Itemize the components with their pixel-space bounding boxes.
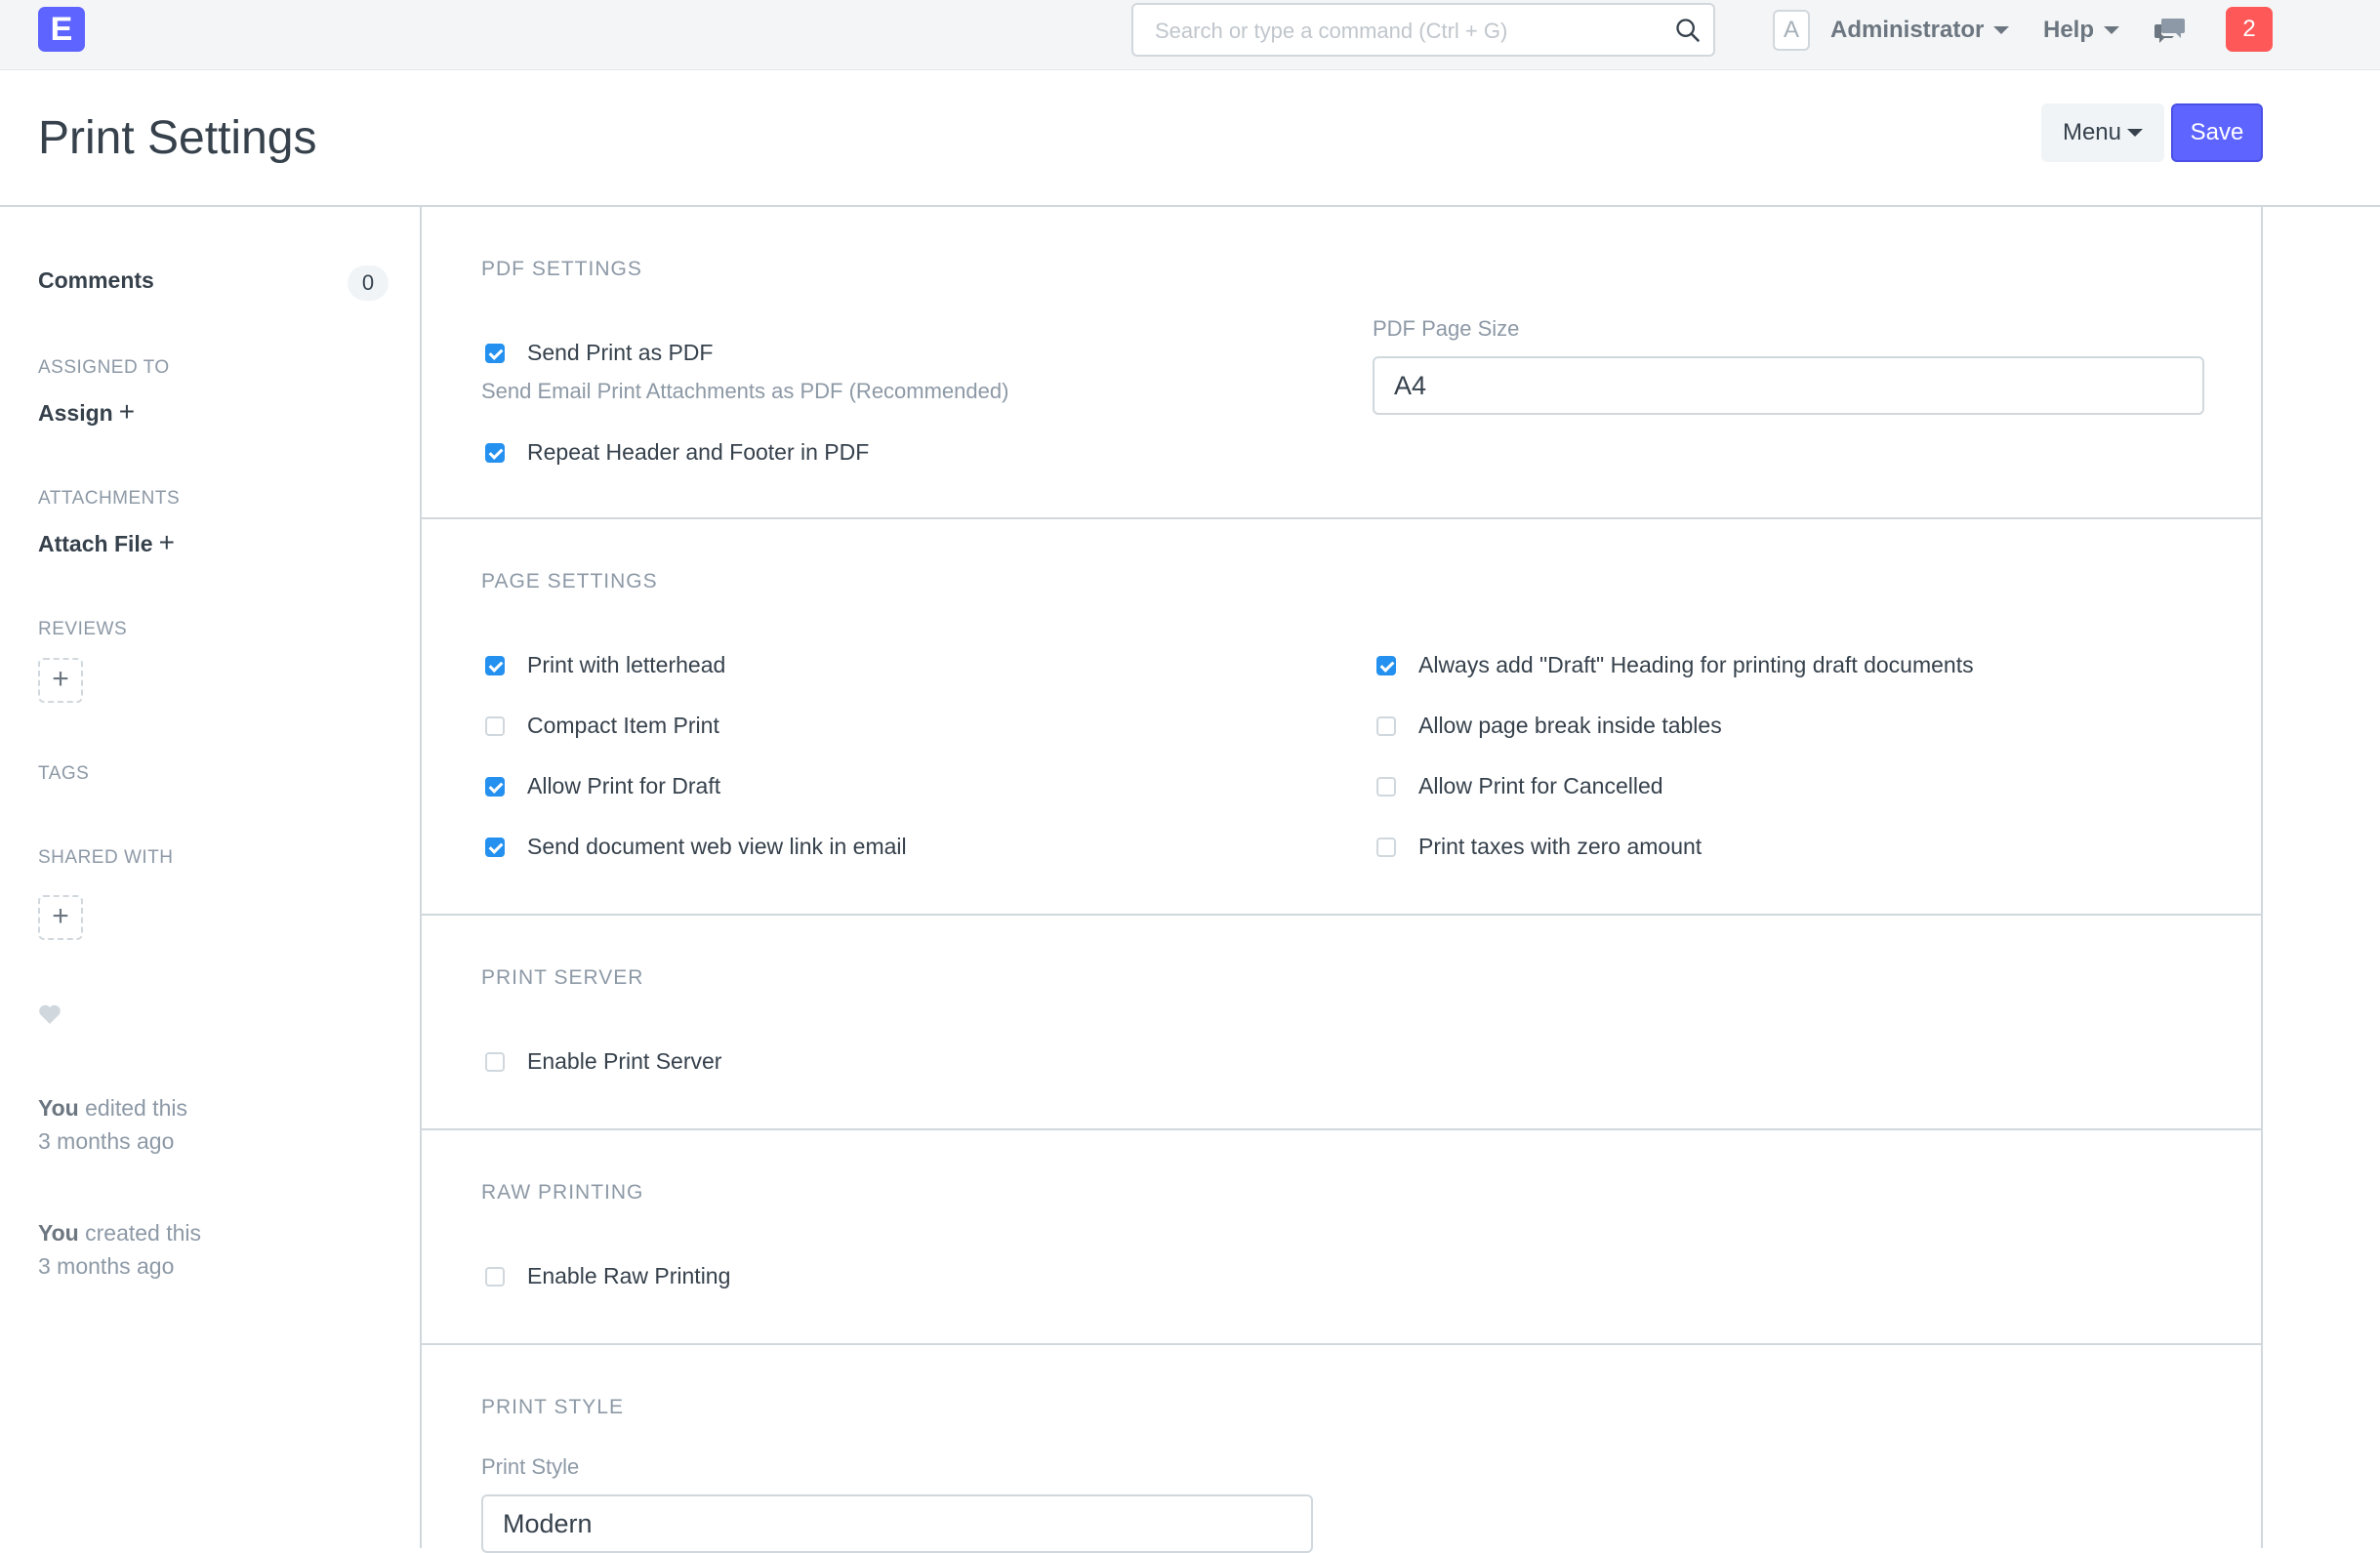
assign-label: Assign [38,400,113,426]
print-style-select[interactable]: Modern [481,1494,1313,1553]
help-dropdown[interactable]: Help [2043,14,2120,47]
checkbox[interactable] [485,1051,505,1072]
checkbox-label: Compact Item Print [527,713,719,738]
heart-icon[interactable] [38,1003,62,1025]
user-avatar[interactable]: A [1773,10,1810,51]
activity-item: You edited this 3 months ago [38,1091,187,1158]
checkbox[interactable] [485,837,505,857]
caret-down-icon [1993,26,2010,34]
add-review-button[interactable]: + [38,658,83,703]
comments-count-badge: 0 [348,266,389,301]
user-dropdown-label: Administrator [1830,17,1985,43]
always-add-draft-heading-checkbox[interactable]: Always add "Draft" Heading for printing … [1376,652,1974,678]
print-style-label: Print Style [481,1454,580,1479]
section-print-style: Print Style Print Style Modern [422,1345,2261,1553]
tags-label: TAGS [38,763,90,784]
menu-button-label: Menu [2062,119,2122,145]
checkbox-label: Always add "Draft" Heading for printing … [1418,652,1974,677]
checkbox-label: Print with letterhead [527,652,726,677]
search-input[interactable] [1153,5,1664,57]
checkbox[interactable] [485,1266,505,1287]
comments-link[interactable]: Comments [38,267,154,294]
caret-down-icon [2104,26,2120,34]
section-page-settings: Page Settings Print with letterhead Comp… [422,519,2261,916]
plus-icon: + [158,527,175,557]
send-print-as-pdf-checkbox[interactable]: Send Print as PDF [485,340,713,366]
checkbox[interactable] [485,343,505,363]
chat-icon[interactable] [2154,16,2187,45]
checkbox-label: Allow page break inside tables [1418,713,1722,738]
form-sidebar: Comments 0 ASSIGNED TO Assign + ATTACHMEN… [0,207,420,1548]
section-print-server: Print Server Enable Print Server [422,916,2261,1130]
activity-actor: You [38,1095,79,1121]
section-title: PDF Settings [481,258,642,280]
plus-icon: + [118,396,136,427]
print-with-letterhead-checkbox[interactable]: Print with letterhead [485,652,725,678]
attachments-label: ATTACHMENTS [38,488,181,509]
save-button[interactable]: Save [2171,103,2263,162]
shared-with-label: SHARED WITH [38,847,174,868]
reviews-label: REVIEWS [38,619,128,639]
section-pdf-settings: PDF Settings Send Print as PDF Send Emai… [422,207,2261,519]
print-taxes-zero-amount-checkbox[interactable]: Print taxes with zero amount [1376,834,1702,860]
checkbox[interactable] [1376,776,1396,797]
page-head: Print Settings Menu Save [0,70,2380,207]
awesomebar[interactable] [1131,3,1715,57]
allow-print-for-draft-checkbox[interactable]: Allow Print for Draft [485,773,720,799]
checkbox-label: Send Print as PDF [527,340,714,365]
checkbox-label: Allow Print for Draft [527,773,721,798]
checkbox[interactable] [485,442,505,463]
enable-raw-printing-checkbox[interactable]: Enable Raw Printing [485,1263,730,1289]
checkbox[interactable] [1376,655,1396,675]
checkbox-label: Send document web view link in email [527,834,907,859]
assign-button[interactable]: Assign + [38,396,135,428]
enable-print-server-checkbox[interactable]: Enable Print Server [485,1048,721,1075]
attach-file-label: Attach File [38,531,153,556]
checkbox[interactable] [485,776,505,797]
app-logo[interactable]: E [38,7,85,52]
attach-file-button[interactable]: Attach File + [38,527,175,558]
section-title: Print Server [481,966,644,989]
section-title: Print Style [481,1396,624,1418]
allow-page-break-inside-tables-checkbox[interactable]: Allow page break inside tables [1376,713,1722,739]
activity-time: 3 months ago [38,1253,175,1279]
activity-item: You created this 3 months ago [38,1216,201,1283]
search-icon[interactable] [1674,17,1702,44]
section-raw-printing: Raw Printing Enable Raw Printing [422,1130,2261,1345]
activity-actor: You [38,1220,79,1246]
page-title: Print Settings [38,112,317,164]
checkbox[interactable] [485,655,505,675]
add-share-button[interactable]: + [38,895,83,940]
activity-action: edited this [78,1095,187,1121]
checkbox-label: Repeat Header and Footer in PDF [527,439,870,465]
checkbox[interactable] [485,715,505,736]
menu-button[interactable]: Menu [2041,103,2164,162]
notification-badge[interactable]: 2 [2226,7,2273,52]
caret-down-icon [2127,129,2144,137]
send-web-view-link-checkbox[interactable]: Send document web view link in email [485,834,907,860]
checkbox-label: Enable Print Server [527,1048,722,1074]
checkbox-label: Print taxes with zero amount [1418,834,1703,859]
checkbox[interactable] [1376,715,1396,736]
form-layout: PDF Settings Send Print as PDF Send Emai… [420,207,2263,1553]
activity-action: created this [78,1220,202,1246]
allow-print-for-cancelled-checkbox[interactable]: Allow Print for Cancelled [1376,773,1663,799]
pdf-page-size-label: PDF Page Size [1373,316,1520,341]
activity-time: 3 months ago [38,1128,175,1154]
pdf-page-size-select[interactable]: A4 [1373,356,2204,415]
checkbox[interactable] [1376,837,1396,857]
help-dropdown-label: Help [2043,17,2095,43]
field-description: Send Email Print Attachments as PDF (Rec… [481,379,1009,403]
checkbox-label: Allow Print for Cancelled [1418,773,1663,798]
checkbox-label: Enable Raw Printing [527,1263,731,1288]
user-dropdown[interactable]: Administrator [1830,14,2010,47]
section-title: Raw Printing [481,1181,644,1204]
navbar: E A Administrator Help 2 [0,0,2380,70]
compact-item-print-checkbox[interactable]: Compact Item Print [485,713,719,739]
repeat-header-footer-checkbox[interactable]: Repeat Header and Footer in PDF [485,439,869,466]
section-title: Page Settings [481,570,658,593]
assigned-to-label: ASSIGNED TO [38,357,170,378]
